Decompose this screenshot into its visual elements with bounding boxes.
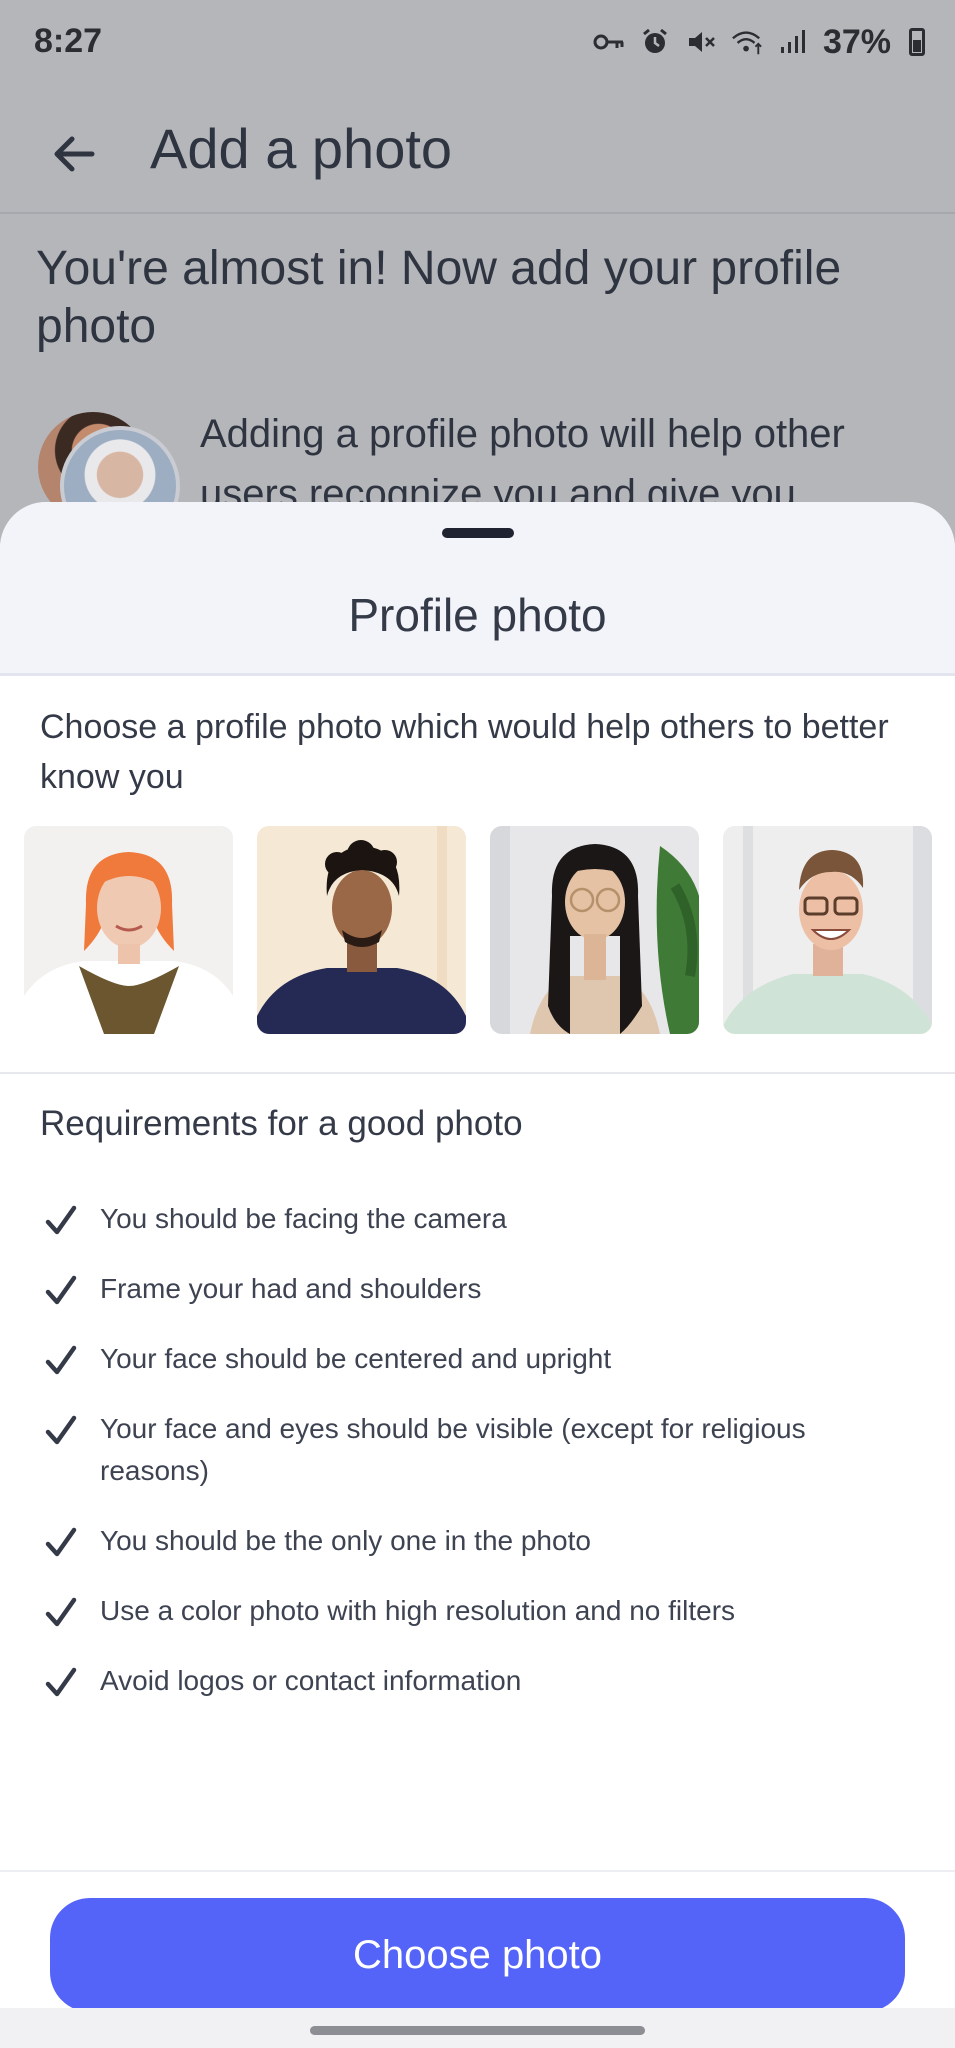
vpn-key-icon: [593, 26, 625, 58]
signal-icon: [777, 26, 809, 58]
system-navigation-bar: [0, 2008, 955, 2048]
man-curly-hair-photo: [257, 826, 466, 1034]
woman-glasses-photo: [490, 826, 699, 1034]
status-icons: 37%: [593, 20, 925, 64]
divider: [0, 1072, 955, 1074]
checkmark-icon: [45, 1597, 77, 1627]
requirement-item: You should be the only one in the photo: [40, 1520, 920, 1562]
back-button[interactable]: [40, 120, 108, 188]
background-heading: You're almost in! Now add your profile p…: [36, 242, 842, 353]
woman-orange-hair-photo: [24, 826, 233, 1034]
alarm-icon: [639, 26, 671, 58]
checkmark-icon: [45, 1527, 77, 1557]
checkmark-icon: [45, 1275, 77, 1305]
requirement-text: Avoid logos or contact information: [100, 1665, 522, 1696]
mute-icon: [685, 26, 717, 58]
sheet-header: Profile photo: [0, 502, 955, 676]
requirement-text: Use a color photo with high resolution a…: [100, 1595, 736, 1626]
requirement-text: Your face should be centered and upright: [100, 1343, 612, 1374]
sheet-intro: Choose a profile photo which would help …: [40, 708, 889, 796]
choose-photo-button[interactable]: Choose photo: [50, 1898, 905, 2012]
sheet-title: Profile photo: [348, 589, 607, 641]
app-bar: Add a photo: [0, 84, 955, 214]
drag-handle[interactable]: [442, 528, 514, 538]
requirement-item: Use a color photo with high resolution a…: [40, 1590, 920, 1632]
battery-percentage: 37%: [822, 22, 891, 61]
requirement-text: Your face and eyes should be visible (ex…: [100, 1413, 806, 1486]
requirement-item: Your face and eyes should be visible (ex…: [40, 1408, 920, 1492]
requirement-text: Frame your had and shoulders: [100, 1273, 482, 1304]
requirement-text: You should be the only one in the photo: [100, 1525, 591, 1556]
checkmark-icon: [45, 1415, 77, 1445]
profile-photo-bottom-sheet: Profile photo Choose a profile photo whi…: [0, 502, 955, 2048]
requirements-title: Requirements for a good photo: [40, 1104, 523, 1143]
arrow-left-icon: [54, 136, 95, 172]
requirements-list: You should be facing the camera Frame yo…: [40, 1198, 920, 1730]
battery-icon: [909, 28, 925, 56]
status-time: 8:27: [34, 22, 103, 60]
example-photos: [24, 826, 934, 1034]
requirement-item: Your face should be centered and upright: [40, 1338, 920, 1380]
requirement-item: Avoid logos or contact information: [40, 1660, 920, 1702]
page-title: Add a photo: [150, 117, 453, 180]
home-indicator[interactable]: [310, 2026, 645, 2035]
checkmark-icon: [45, 1205, 77, 1235]
requirement-text: You should be facing the camera: [100, 1203, 507, 1234]
checkmark-icon: [45, 1345, 77, 1375]
man-glasses-photo: [723, 826, 932, 1034]
status-bar: 8:27 37%: [0, 0, 955, 84]
requirement-item: You should be facing the camera: [40, 1198, 920, 1240]
checkmark-icon: [45, 1667, 77, 1697]
requirement-item: Frame your had and shoulders: [40, 1268, 920, 1310]
wifi-icon: [731, 26, 763, 58]
